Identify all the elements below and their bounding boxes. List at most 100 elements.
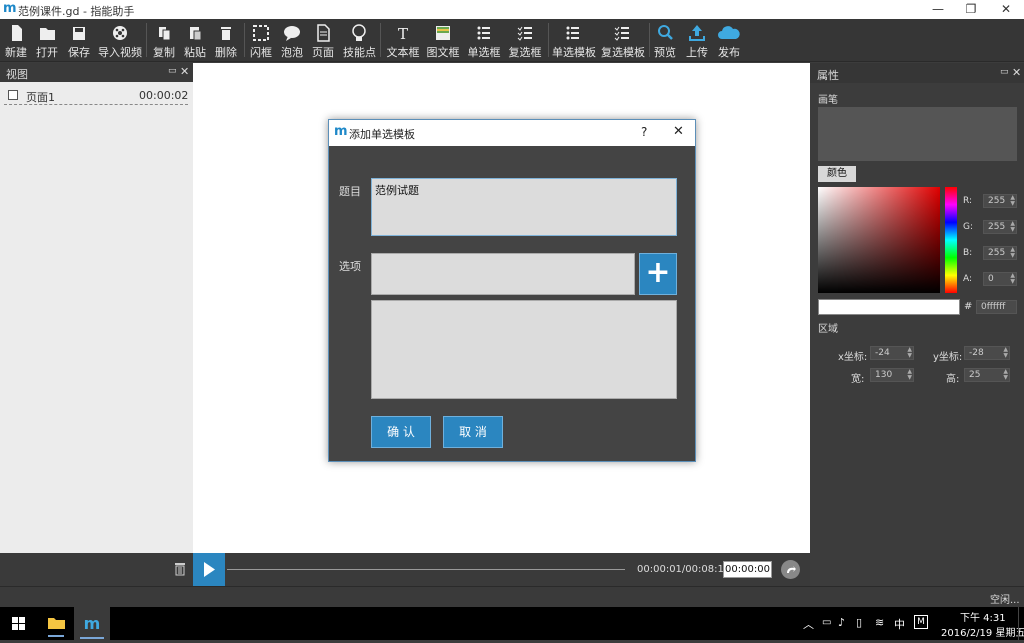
- spinner-icon[interactable]: ▲ ▼: [1003, 369, 1008, 381]
- restore-button[interactable]: ❐: [955, 0, 987, 19]
- image-text-frame-button[interactable]: 图文框: [426, 19, 460, 62]
- clock-time[interactable]: 下午 4:31: [960, 609, 1006, 624]
- preview-button[interactable]: 预览: [653, 19, 677, 62]
- battery-icon[interactable]: ▭: [822, 617, 831, 628]
- app-taskbar-button[interactable]: m: [74, 607, 110, 640]
- hue-slider[interactable]: [945, 187, 957, 293]
- view-panel-title: 视图: [6, 68, 28, 81]
- r-input[interactable]: 255 ▲ ▼: [983, 194, 1017, 208]
- copy-button[interactable]: 复制: [151, 19, 177, 62]
- checkbox-template-icon: [614, 26, 629, 41]
- paste-button[interactable]: 粘贴: [182, 19, 208, 62]
- y-label: y坐标:: [933, 352, 963, 363]
- toolbar: 新建 打开 保存 导入视频 复制 粘贴 删除 闪框 泡泡 页面 技能点 T 文本…: [0, 19, 1024, 62]
- page-checkbox[interactable]: [8, 90, 18, 100]
- ime-indicator[interactable]: 中: [894, 616, 905, 632]
- x-label: x坐标:: [838, 352, 868, 363]
- b-input[interactable]: 255 ▲ ▼: [983, 246, 1017, 260]
- panel-close-icon[interactable]: ✕: [1012, 66, 1021, 79]
- checkbox-list-icon: [517, 26, 532, 41]
- play-icon: [204, 562, 215, 577]
- spinner-icon[interactable]: ▲ ▼: [1003, 347, 1008, 359]
- g-input[interactable]: 255 ▲ ▼: [983, 220, 1017, 234]
- view-panel-header: 视图 ▭ ✕: [0, 63, 193, 82]
- color-saturation-picker[interactable]: [818, 187, 940, 293]
- time-input[interactable]: 00:00:00: [723, 561, 772, 578]
- float-icon[interactable]: ▭: [1000, 67, 1009, 77]
- dialog-close-button[interactable]: ✕: [673, 124, 684, 139]
- minimize-button[interactable]: —: [922, 0, 954, 19]
- width-input[interactable]: 130 ▲ ▼: [870, 368, 914, 382]
- taskbar: m ︿ ▭ ♪ ▯ ≋ 中 M 下午 4:31 2016/2/19 星期五: [0, 607, 1024, 640]
- add-option-button[interactable]: +: [639, 253, 677, 295]
- a-input[interactable]: 0 ▲ ▼: [983, 272, 1017, 286]
- list-item[interactable]: 页面1 00:00:02: [4, 87, 188, 105]
- spinner-icon[interactable]: ▲ ▼: [1010, 195, 1015, 207]
- region-label: 区域: [818, 324, 838, 335]
- show-hidden-icons-icon[interactable]: ︿: [803, 616, 814, 632]
- ime-mode-icon[interactable]: M: [914, 615, 928, 629]
- start-button[interactable]: [0, 607, 36, 640]
- page-duration: 00:00:02: [139, 89, 189, 102]
- volume-icon[interactable]: ♪: [838, 616, 845, 629]
- copy-icon: [159, 27, 171, 41]
- network-icon[interactable]: ▯: [856, 616, 862, 629]
- time-display: 00:00:01/00:08:12: [637, 564, 731, 575]
- multi-template-button[interactable]: 复选模板: [601, 19, 645, 62]
- float-icon[interactable]: ▭: [168, 66, 177, 76]
- open-button[interactable]: 打开: [34, 19, 60, 62]
- confirm-button[interactable]: 确 认: [371, 416, 431, 448]
- wifi-icon[interactable]: ≋: [875, 616, 884, 629]
- single-choice-button[interactable]: 单选框: [467, 19, 501, 62]
- question-input[interactable]: 范例试题: [371, 178, 677, 236]
- new-button[interactable]: 新建: [3, 19, 29, 62]
- close-button[interactable]: ✕: [990, 0, 1022, 19]
- tip-point-button[interactable]: 技能点: [343, 19, 376, 62]
- spinner-icon[interactable]: ▲ ▼: [1010, 247, 1015, 259]
- show-desktop-button[interactable]: [1018, 607, 1024, 640]
- delete-button[interactable]: 删除: [213, 19, 239, 62]
- timeline-track[interactable]: [227, 569, 625, 570]
- page-button[interactable]: 页面: [311, 19, 335, 62]
- panel-close-icon[interactable]: ✕: [180, 65, 189, 78]
- spinner-icon[interactable]: ▲ ▼: [1010, 221, 1015, 233]
- options-list[interactable]: [371, 300, 677, 399]
- spinner-icon[interactable]: ▲ ▼: [907, 347, 912, 359]
- color-button[interactable]: 颜色: [818, 166, 856, 182]
- page-icon: [317, 24, 330, 42]
- b-label: B:: [963, 248, 973, 258]
- import-video-button[interactable]: 导入视频: [98, 19, 142, 62]
- dashed-frame-icon: [253, 25, 269, 41]
- cloud-icon: [718, 26, 740, 39]
- svg-text:T: T: [398, 25, 408, 43]
- toolbar-divider: [649, 23, 650, 57]
- timeline: 00:00:01/00:08:12 00:00:00: [193, 553, 810, 586]
- multi-choice-button[interactable]: 复选框: [508, 19, 542, 62]
- hex-input[interactable]: 0ffffff: [976, 300, 1017, 314]
- save-button[interactable]: 保存: [66, 19, 92, 62]
- bubble-button[interactable]: 泡泡: [280, 19, 304, 62]
- trash-icon[interactable]: [174, 562, 186, 576]
- text-frame-button[interactable]: T 文本框: [386, 19, 420, 62]
- spinner-icon[interactable]: ▲ ▼: [1010, 273, 1015, 285]
- toolbar-divider: [244, 23, 245, 57]
- option-input[interactable]: [371, 253, 635, 295]
- x-input[interactable]: -24 ▲ ▼: [870, 346, 914, 360]
- cancel-button[interactable]: 取 消: [443, 416, 503, 448]
- single-template-button[interactable]: 单选模板: [552, 19, 596, 62]
- file-explorer-taskbar-button[interactable]: [40, 607, 72, 640]
- redo-button[interactable]: [781, 560, 800, 579]
- y-input[interactable]: -28 ▲ ▼: [964, 346, 1010, 360]
- clock-date[interactable]: 2016/2/19 星期五: [941, 624, 1024, 639]
- dialog-title-bar: m 添加单选模板 ? ✕: [329, 120, 695, 146]
- upload-button[interactable]: 上传: [684, 19, 710, 62]
- help-button[interactable]: ?: [641, 125, 647, 139]
- height-input[interactable]: 25 ▲ ▼: [964, 368, 1010, 382]
- play-button[interactable]: [193, 553, 225, 586]
- properties-panel-header: 属性 ▭ ✕: [810, 63, 1024, 83]
- toolbar-divider: [380, 23, 381, 57]
- publish-button[interactable]: 发布: [715, 19, 743, 62]
- flash-frame-button[interactable]: 闪框: [249, 19, 273, 62]
- lightbulb-icon: [352, 24, 366, 41]
- spinner-icon[interactable]: ▲ ▼: [907, 369, 912, 381]
